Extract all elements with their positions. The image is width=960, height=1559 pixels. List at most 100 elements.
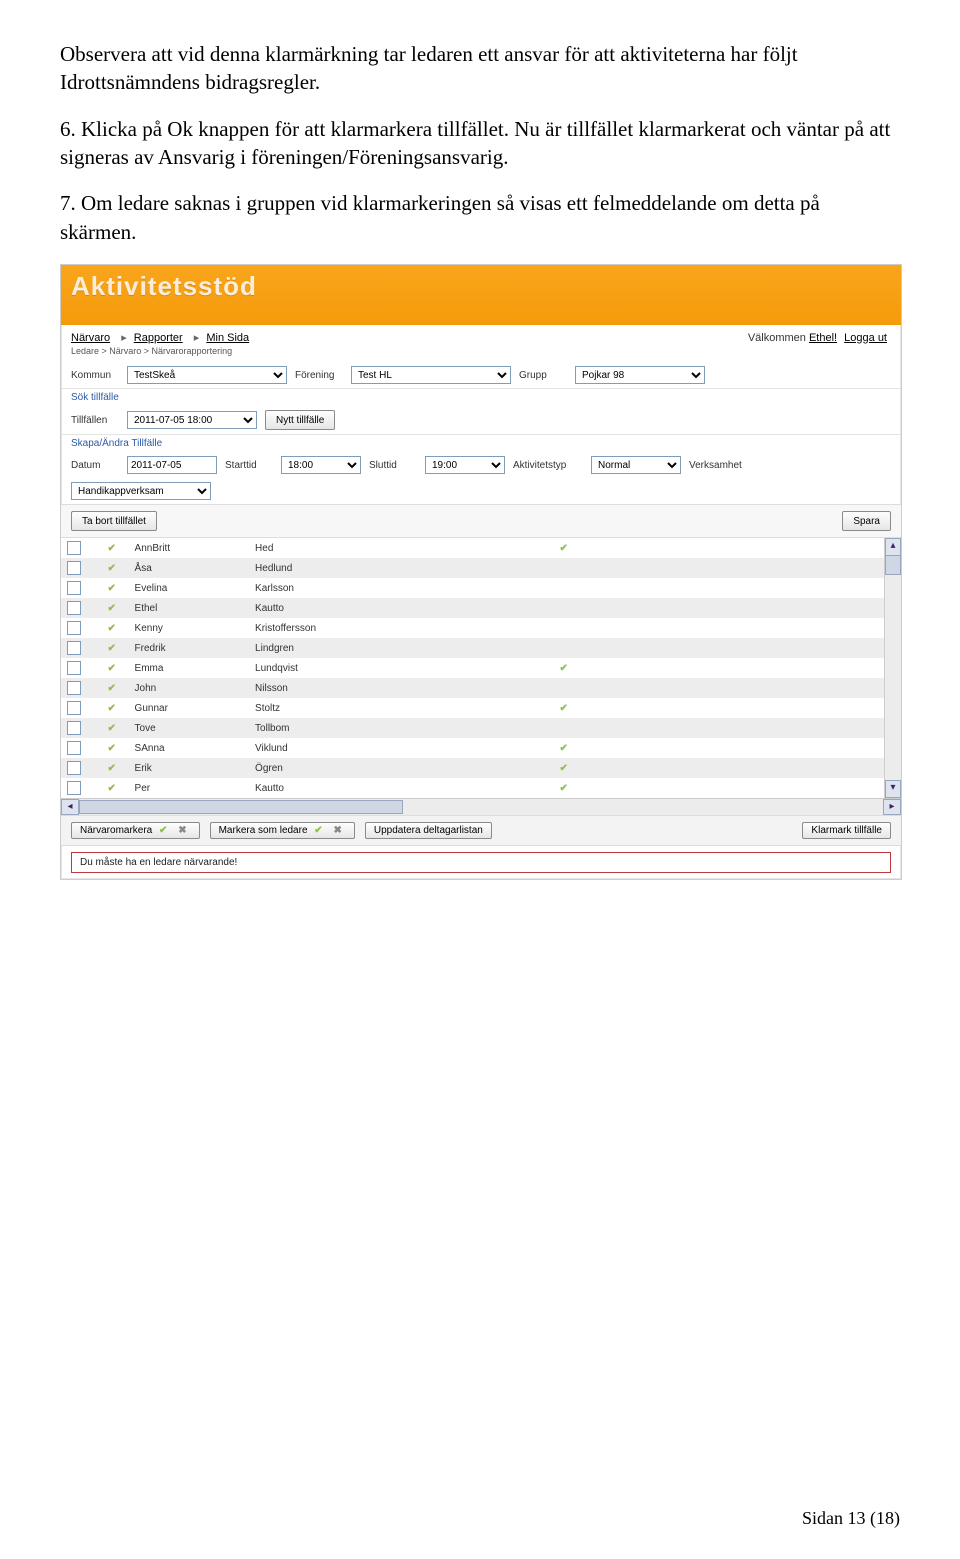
starttid-label: Starttid [225, 460, 273, 471]
last-name: Hedlund [249, 558, 399, 578]
logout-link[interactable]: Logga ut [844, 332, 887, 344]
row-checkbox[interactable] [67, 541, 81, 555]
scroll-thumb[interactable] [885, 555, 901, 575]
tillfallen-label: Tillfällen [71, 415, 119, 426]
check-icon: ✔ [107, 543, 115, 554]
sluttid-label: Sluttid [369, 460, 417, 471]
row-checkbox[interactable] [67, 581, 81, 595]
row-checkbox[interactable] [67, 561, 81, 575]
aktivitetstyp-select[interactable]: Normal [591, 456, 681, 474]
uppdatera-button[interactable]: Uppdatera deltagarlistan [365, 822, 492, 839]
table-row: ✔EmmaLundqvist✔ [61, 658, 901, 678]
row-checkbox[interactable] [67, 741, 81, 755]
grupp-select[interactable]: Pojkar 98 [575, 366, 705, 384]
check-icon: ✔ [559, 763, 567, 774]
check-icon: ✔ [107, 623, 115, 634]
markera-ledare-button[interactable]: Markera som ledare ✔ ✖ [210, 822, 355, 839]
nav-sep: ▸ [121, 332, 127, 344]
table-row: ✔SAnnaViklund✔ [61, 738, 901, 758]
page-footer: Sidan 13 (18) [802, 1508, 900, 1529]
first-name: AnnBritt [129, 538, 250, 558]
selector-row: Kommun TestSkeå Förening Test HL Grupp P… [61, 362, 901, 388]
check-icon: ✔ [559, 543, 567, 554]
last-name: Kristoffersson [249, 618, 399, 638]
check-icon: ✔ [107, 583, 115, 594]
starttid-select[interactable]: 18:00 [281, 456, 361, 474]
klarmark-button[interactable]: Klarmark tillfälle [802, 822, 891, 839]
x-icon: ✖ [333, 825, 341, 836]
row-checkbox[interactable] [67, 701, 81, 715]
check-icon: ✔ [107, 743, 115, 754]
kommun-select[interactable]: TestSkeå [127, 366, 287, 384]
app-title: Aktivitetsstöd [71, 271, 257, 302]
row-checkbox[interactable] [67, 761, 81, 775]
first-name: Emma [129, 658, 250, 678]
narvaromarkera-button[interactable]: Närvaromarkera ✔ ✖ [71, 822, 200, 839]
datum-label: Datum [71, 460, 119, 471]
scroll-up-icon[interactable]: ▴ [885, 538, 901, 556]
last-name: Lundqvist [249, 658, 399, 678]
check-icon: ✔ [314, 825, 322, 836]
first-name: Ethel [129, 598, 250, 618]
welcome-label: Välkommen [748, 332, 806, 344]
last-name: Stoltz [249, 698, 399, 718]
table-row: ✔ÅsaHedlund [61, 558, 901, 578]
nytt-tillfalle-button[interactable]: Nytt tillfälle [265, 410, 335, 430]
welcome-user[interactable]: Ethel! [809, 332, 837, 344]
check-icon: ✔ [107, 723, 115, 734]
tillfalle-row: Tillfällen 2011-07-05 18:00 Nytt tillfäl… [61, 406, 901, 434]
nav-rapporter[interactable]: Rapporter [134, 332, 183, 344]
scroll-down-icon[interactable]: ▾ [885, 780, 901, 798]
table-row: ✔PerKautto✔ [61, 778, 901, 798]
breadcrumb: Ledare > Närvaro > Närvarorapportering [61, 346, 901, 362]
last-name: Hed [249, 538, 399, 558]
first-name: SAnna [129, 738, 250, 758]
bottom-action-row: Närvaromarkera ✔ ✖ Markera som ledare ✔ … [61, 815, 901, 846]
table-row: ✔KennyKristoffersson [61, 618, 901, 638]
row-checkbox[interactable] [67, 781, 81, 795]
paragraph-3: 7. Om ledare saknas i gruppen vid klarma… [60, 189, 900, 246]
aktivitetstyp-label: Aktivitetstyp [513, 460, 583, 471]
app-header: Aktivitetsstöd [61, 265, 901, 325]
sluttid-select[interactable]: 19:00 [425, 456, 505, 474]
nav-minsida[interactable]: Min Sida [206, 332, 249, 344]
spara-button[interactable]: Spara [842, 511, 891, 531]
table-row: ✔ AnnBrittHed ✔ [61, 538, 901, 558]
row-checkbox[interactable] [67, 661, 81, 675]
row-checkbox[interactable] [67, 601, 81, 615]
x-icon: ✖ [178, 825, 186, 836]
first-name: Evelina [129, 578, 250, 598]
nav-narvaro[interactable]: Närvaro [71, 332, 110, 344]
last-name: Tollbom [249, 718, 399, 738]
table-row: ✔EthelKautto [61, 598, 901, 618]
horizontal-scrollbar[interactable]: ◂ ▸ [61, 798, 901, 815]
check-icon: ✔ [107, 663, 115, 674]
first-name: Erik [129, 758, 250, 778]
hscroll-thumb[interactable] [79, 800, 403, 814]
row-checkbox[interactable] [67, 721, 81, 735]
row-checkbox[interactable] [67, 641, 81, 655]
last-name: Karlsson [249, 578, 399, 598]
first-name: John [129, 678, 250, 698]
check-icon: ✔ [107, 643, 115, 654]
check-icon: ✔ [107, 703, 115, 714]
tabort-button[interactable]: Ta bort tillfället [71, 511, 157, 531]
vertical-scrollbar[interactable]: ▴ ▾ [884, 538, 901, 798]
top-action-row: Ta bort tillfället Spara [61, 504, 901, 538]
datum-input[interactable] [127, 456, 217, 474]
tillfallen-select[interactable]: 2011-07-05 18:00 [127, 411, 257, 429]
first-name: Gunnar [129, 698, 250, 718]
row-checkbox[interactable] [67, 621, 81, 635]
scroll-left-icon[interactable]: ◂ [61, 799, 79, 815]
scroll-track[interactable] [79, 800, 883, 814]
check-icon: ✔ [559, 783, 567, 794]
forening-label: Förening [295, 370, 343, 381]
row-checkbox[interactable] [67, 681, 81, 695]
form-row: Datum Starttid 18:00 Sluttid 19:00 Aktiv… [61, 452, 901, 504]
forening-select[interactable]: Test HL [351, 366, 511, 384]
last-name: Nilsson [249, 678, 399, 698]
verksamhet-select[interactable]: Handikappverksam [71, 482, 211, 500]
check-icon: ✔ [559, 703, 567, 714]
check-icon: ✔ [107, 763, 115, 774]
scroll-right-icon[interactable]: ▸ [883, 799, 901, 815]
